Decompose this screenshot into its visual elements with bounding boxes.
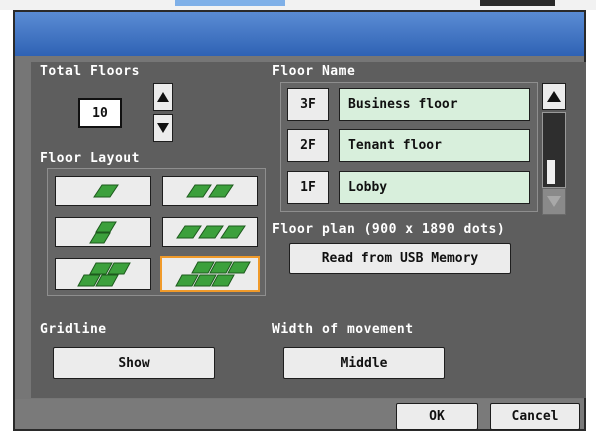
floor-number-2f[interactable]: 2F <box>287 129 329 162</box>
scrollbar-thumb[interactable] <box>547 160 555 184</box>
floor-layout-label: Floor Layout <box>40 151 140 166</box>
read-from-usb-button[interactable]: Read from USB Memory <box>289 243 511 274</box>
six-tile-layout-icon <box>175 261 251 287</box>
floor-list-scrollbar[interactable] <box>542 112 566 188</box>
background-window-strip <box>0 0 596 10</box>
layout-option-6-selected[interactable] <box>160 256 260 292</box>
triangle-up-icon <box>157 92 169 102</box>
floor-settings-dialog: Total Floors 10 Floor Layout Floor Name … <box>13 10 586 431</box>
layout-option-4[interactable] <box>162 217 258 247</box>
total-floors-label: Total Floors <box>40 64 140 79</box>
triangle-down-icon <box>547 196 561 207</box>
three-tile-layout-icon <box>176 225 246 239</box>
layout-option-5[interactable] <box>55 258 151 290</box>
gridline-label: Gridline <box>40 322 107 337</box>
two-stack-layout-icon <box>89 221 117 244</box>
floor-list-scroll-down-button[interactable] <box>542 188 566 215</box>
floor-name-field-1f[interactable]: Lobby <box>339 171 530 204</box>
one-tile-layout-icon <box>93 184 119 198</box>
floor-name-field-2f[interactable]: Tenant floor <box>339 129 530 162</box>
width-of-movement-label: Width of movement <box>272 322 414 337</box>
two-tile-layout-icon <box>186 184 234 198</box>
total-floors-down-button[interactable] <box>153 114 173 142</box>
total-floors-value[interactable]: 10 <box>78 98 122 128</box>
floor-plan-label: Floor plan (900 x 1890 dots) <box>272 222 506 237</box>
layout-option-2[interactable] <box>162 176 258 206</box>
ok-button[interactable]: OK <box>396 403 478 430</box>
gridline-button[interactable]: Show <box>53 347 215 379</box>
dialog-title-bar <box>15 12 584 56</box>
floor-name-field-3f[interactable]: Business floor <box>339 88 530 121</box>
background-tab-dark <box>480 0 555 6</box>
total-floors-up-button[interactable] <box>153 83 173 111</box>
floor-number-1f[interactable]: 1F <box>287 171 329 204</box>
floor-name-label: Floor Name <box>272 64 356 79</box>
floor-number-3f[interactable]: 3F <box>287 88 329 121</box>
cancel-button[interactable]: Cancel <box>490 403 580 430</box>
floor-list-scroll-up-button[interactable] <box>542 83 566 110</box>
layout-option-3[interactable] <box>55 217 151 247</box>
four-tile-layout-icon <box>77 262 131 287</box>
width-of-movement-button[interactable]: Middle <box>283 347 445 379</box>
layout-option-1[interactable] <box>55 176 151 206</box>
background-tab-blue <box>175 0 285 6</box>
triangle-up-icon <box>547 91 561 102</box>
triangle-down-icon <box>157 123 169 133</box>
